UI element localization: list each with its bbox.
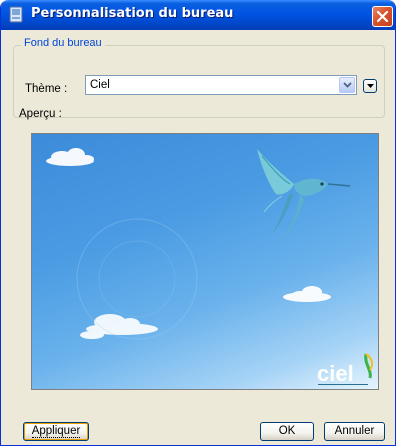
cloud-top-left — [46, 148, 94, 166]
theme-dropdown-button[interactable] — [339, 77, 355, 93]
group-legend: Fond du bureau — [21, 37, 105, 49]
triangle-down-icon — [367, 84, 374, 88]
apply-button[interactable]: Appliquer — [23, 422, 89, 441]
close-button[interactable] — [372, 6, 393, 27]
theme-menu-button[interactable] — [363, 79, 377, 93]
ciel-logo: ciel — [317, 353, 374, 386]
ciel-logo-text: ciel — [317, 361, 354, 386]
hummingbird — [257, 149, 351, 242]
window-title: Personnalisation du bureau — [31, 6, 234, 21]
title-bar[interactable]: Personnalisation du bureau — [1, 0, 395, 30]
chevron-down-icon — [343, 82, 352, 88]
cloud-right — [283, 286, 331, 302]
cancel-button[interactable]: Annuler — [324, 422, 385, 441]
ok-button[interactable]: OK — [260, 422, 314, 441]
theme-label: Thème : — [25, 83, 68, 95]
theme-select[interactable]: Ciel — [85, 75, 357, 95]
preview-label: Aperçu : — [19, 108, 62, 120]
preview-image: ciel — [31, 133, 379, 390]
theme-value: Ciel — [90, 79, 110, 91]
desk-icon — [9, 6, 23, 23]
dialog-window: Personnalisation du bureau Fond du burea… — [0, 0, 396, 446]
close-icon — [376, 10, 389, 23]
apply-label: Appliquer — [31, 425, 81, 438]
